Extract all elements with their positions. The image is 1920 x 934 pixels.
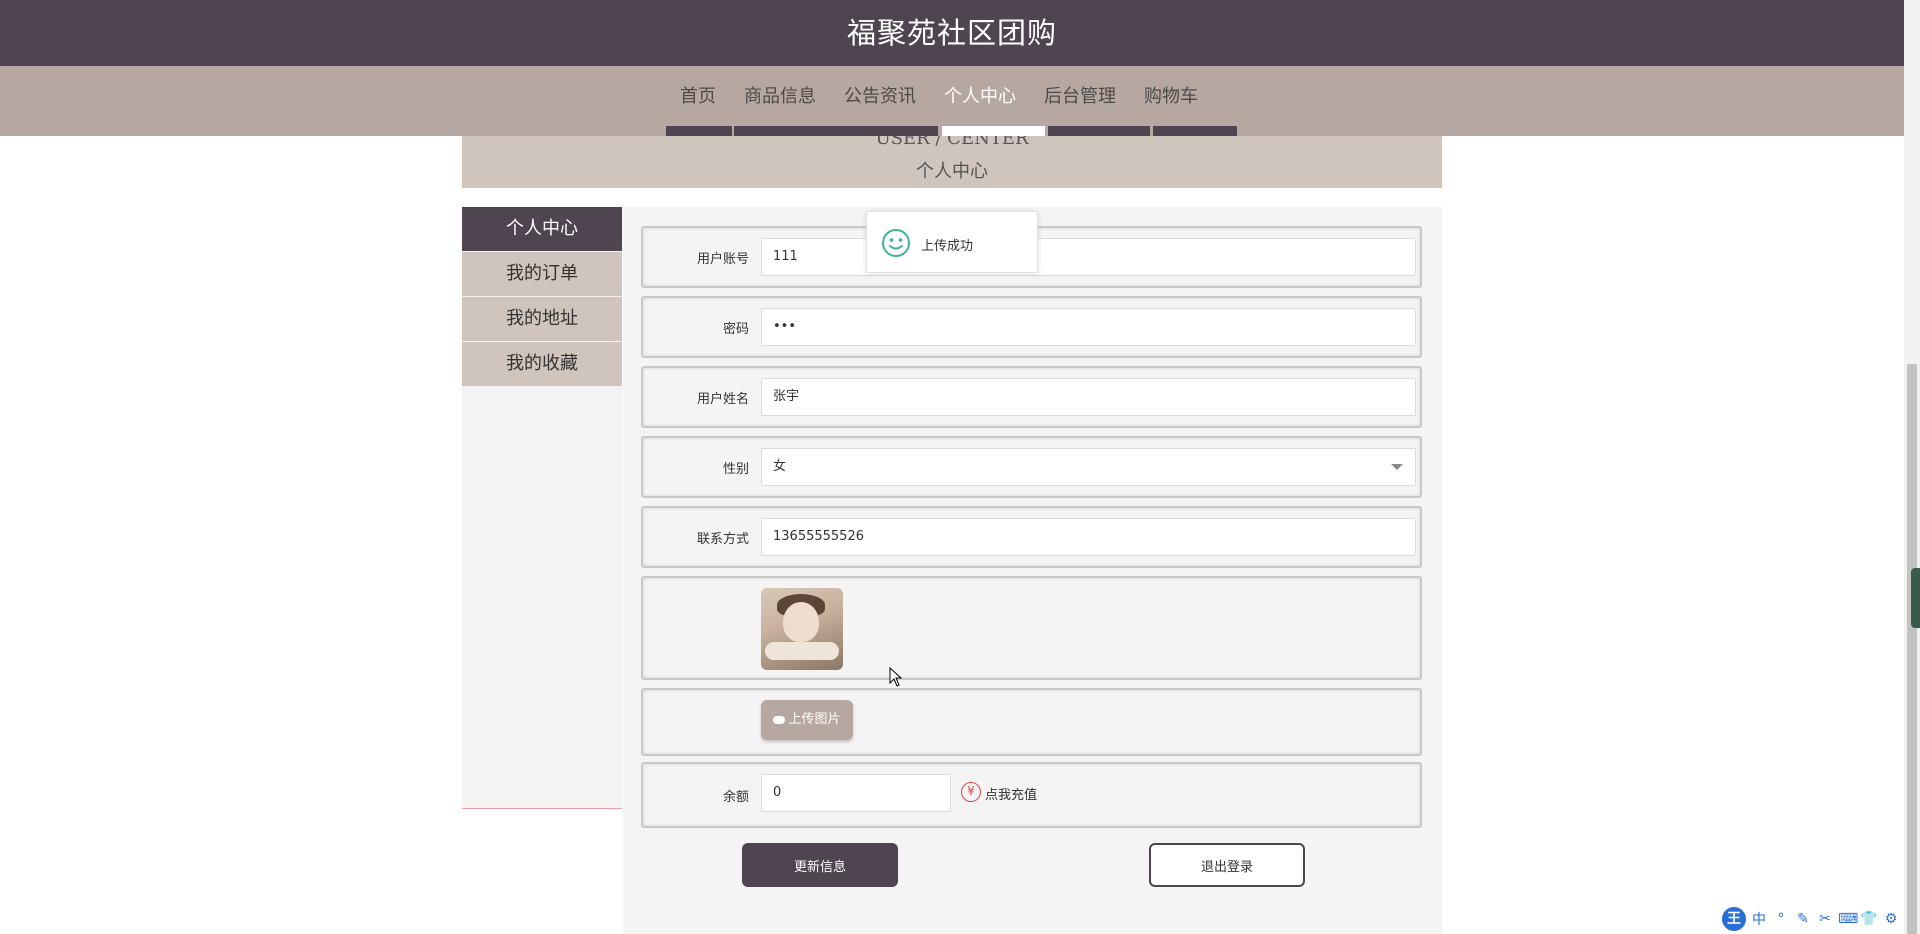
toast-message: 上传成功	[921, 239, 974, 254]
form-row-name: 用户姓名 张宇	[641, 366, 1422, 428]
balance-label: 余额	[722, 790, 749, 805]
sidebar-item-orders[interactable]: 我的订单	[462, 252, 622, 296]
page-banner: USER / CENTER 个人中心	[462, 136, 1442, 188]
phone-label: 联系方式	[696, 532, 749, 547]
sidebar-item-user-center[interactable]: 个人中心	[462, 207, 622, 251]
nav-bar-user-center	[942, 126, 1045, 136]
chevron-down-icon	[1391, 464, 1403, 470]
password-input[interactable]: •••	[761, 308, 1416, 346]
ime-skin-icon[interactable]: 👕	[1860, 911, 1878, 927]
ime-toolbar: 王 中 ° ✎ ✂ ⌨ 👕 ⚙	[1722, 906, 1900, 932]
name-label: 用户姓名	[696, 392, 749, 407]
password-label: 密码	[722, 322, 749, 337]
form-row-phone: 联系方式 13655555526	[641, 506, 1422, 568]
gender-select[interactable]: 女	[761, 448, 1416, 486]
banner-title-en: USER / CENTER	[875, 136, 1029, 149]
cloud-upload-icon	[773, 715, 786, 724]
page-scrollbar[interactable]	[1904, 0, 1920, 934]
nav-underline-bars	[0, 126, 1904, 136]
mouse-cursor-icon	[889, 667, 903, 687]
account-label: 用户账号	[696, 252, 749, 267]
gender-label: 性别	[722, 462, 749, 477]
form-row-balance: 余额 0 ¥ 点我充值	[641, 762, 1422, 828]
sidebar-item-favorites[interactable]: 我的收藏	[462, 342, 622, 386]
form-row-upload: 上传图片	[641, 688, 1422, 756]
upload-image-button[interactable]: 上传图片	[761, 700, 853, 740]
nav-bar-admin	[1048, 126, 1150, 136]
nav-bar-home	[666, 126, 732, 136]
form-row-password: 密码 •••	[641, 296, 1422, 358]
form-row-avatar	[641, 576, 1422, 680]
account-input[interactable]: 111	[761, 238, 1416, 276]
yen-icon[interactable]: ¥	[961, 782, 981, 802]
smile-icon	[882, 229, 910, 257]
scrollbar-thumb[interactable]	[1907, 364, 1917, 934]
logout-button[interactable]: 退出登录	[1149, 843, 1305, 887]
nav-bar-products-news	[734, 126, 938, 136]
update-info-button[interactable]: 更新信息	[742, 843, 898, 887]
ime-chinese-mode[interactable]: 中	[1750, 909, 1768, 929]
ime-punctuation-icon[interactable]: °	[1772, 911, 1790, 927]
form-row-gender: 性别 女	[641, 436, 1422, 498]
ime-handwrite-icon[interactable]: ✎	[1794, 911, 1812, 927]
balance-input[interactable]: 0	[761, 774, 951, 812]
nav-bar-cart	[1153, 126, 1237, 136]
user-sidebar: 个人中心 我的订单 我的地址 我的收藏	[462, 207, 622, 809]
ime-settings-icon[interactable]: ⚙	[1882, 911, 1900, 927]
banner-title-cn: 个人中心	[916, 161, 988, 182]
phone-input[interactable]: 13655555526	[761, 518, 1416, 556]
profile-form-panel: 用户账号 111 密码 ••• 用户姓名 张宇 性别 女 联系方式 136555…	[623, 207, 1442, 934]
name-input[interactable]: 张宇	[761, 378, 1416, 416]
ime-keyboard-icon[interactable]: ⌨	[1838, 911, 1858, 927]
avatar-image	[761, 588, 843, 670]
upload-image-label: 上传图片	[788, 712, 841, 727]
sidebar-item-address[interactable]: 我的地址	[462, 297, 622, 341]
site-header: 福聚苑社区团购	[0, 0, 1904, 66]
side-widget-handle[interactable]	[1911, 568, 1920, 628]
upload-success-toast: 上传成功	[866, 211, 1038, 273]
recharge-link[interactable]: 点我充值	[985, 784, 1037, 803]
gender-selected-value: 女	[773, 459, 787, 474]
ime-logo-icon[interactable]: 王	[1722, 907, 1746, 931]
ime-scissors-icon[interactable]: ✂	[1816, 911, 1834, 927]
site-title: 福聚苑社区团购	[846, 16, 1057, 50]
